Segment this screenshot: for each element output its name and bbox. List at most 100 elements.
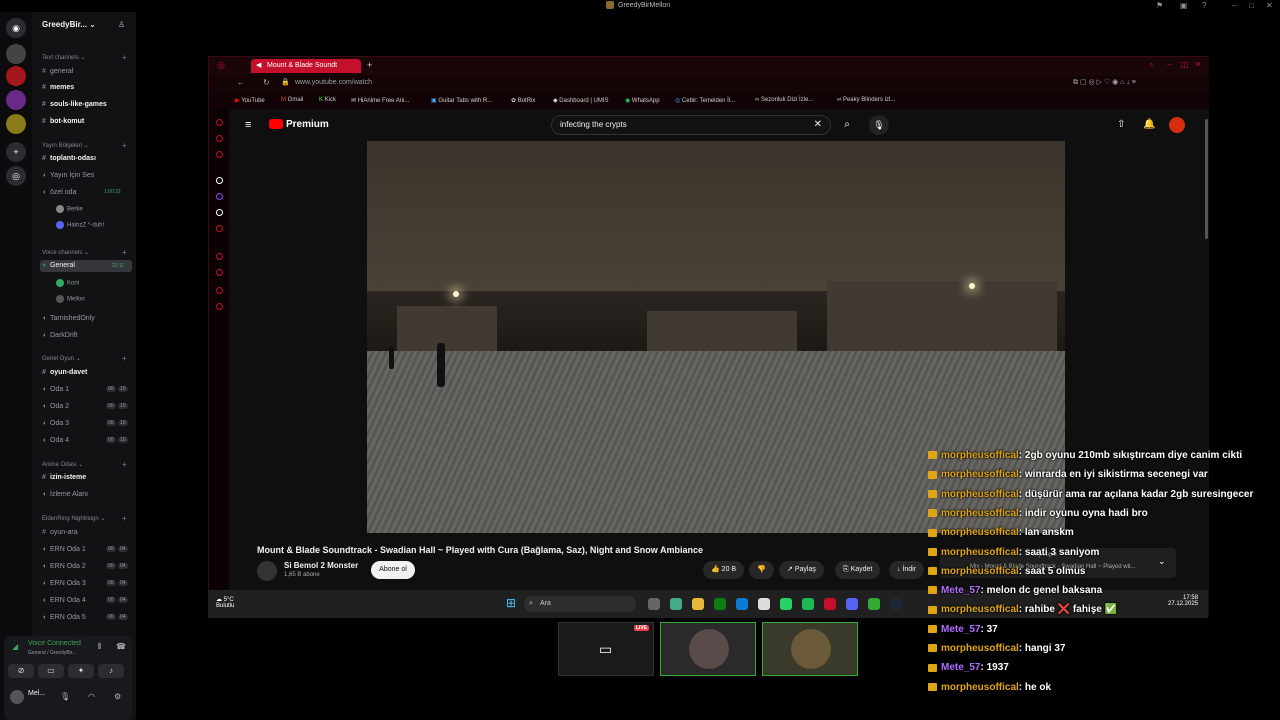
back-icon[interactable]: ← [237,78,245,87]
channel-yayin-icin-ses[interactable]: ◖ Yayın İçin Ses [42,172,94,179]
channel-ern-oda-5[interactable]: ◖ ERN Oda 5 00 04 [42,614,128,621]
current-user-name[interactable]: Mel... [28,690,45,697]
sidebar-icon[interactable] [216,151,223,158]
activities-button[interactable]: ✦ [68,664,94,678]
channel-oyun-davet[interactable]: # oyun-davet [42,369,87,376]
steam-icon[interactable] [890,598,902,610]
sidebar-icon[interactable] [216,269,223,276]
voice-channel-path[interactable]: General / GreedyBir... [28,650,76,656]
channel-oda-2[interactable]: ◖ Oda 2 00 10 [42,403,128,410]
maximize-button[interactable]: ◫ [1181,60,1189,69]
channel-ern-oda-4[interactable]: ◖ ERN Oda 4 00 04 [42,597,128,604]
voice-search-button[interactable]: 🎙 [869,115,889,135]
add-channel-icon[interactable]: + [122,53,127,62]
explore-icon[interactable]: ◎ [6,166,26,186]
bookmark-peaky[interactable]: ∞ Peaky Blinders izl... [837,97,895,103]
whatsapp-icon[interactable] [780,598,792,610]
close-button[interactable]: ✕ [1266,1,1273,10]
sidebar-icon[interactable] [216,225,223,232]
channel-tarnishedonly[interactable]: ◖ TarnishedOnly [42,315,95,322]
channel-voice-general[interactable]: ◖ General 22:11 [40,260,132,272]
voice-user[interactable]: KoriiLIVE [56,279,152,287]
tab-youtube[interactable]: ◀ Mount & Blade Soundt [251,59,361,73]
help-icon[interactable]: ? [1202,1,1206,10]
bookmark-guitar-tabs[interactable]: ▣ Guitar Tabs with R... [431,97,492,104]
spotify-icon[interactable] [802,598,814,610]
weather-widget[interactable]: ☁ 5°C Bulutlu [216,596,234,609]
channel-bot-komut[interactable]: # bot-komut [42,118,84,125]
lock-icon[interactable]: 🔒 [281,78,290,86]
download-button[interactable]: ↓ İndir [889,561,925,579]
channel-ern-oda-3[interactable]: ◖ ERN Oda 3 00 04 [42,580,128,587]
disconnect-icon[interactable]: ☎ [116,642,126,651]
search-tabs-icon[interactable]: ⌕ [1149,60,1153,70]
bookmark-umis[interactable]: ◆ Dashboard | UMIS [553,97,609,104]
subscribe-button[interactable]: Abone ol [371,561,415,579]
bookmark-sezonluk[interactable]: ∞ Sezonluk Dizi İzle... [755,97,813,103]
nvidia-icon[interactable] [868,598,880,610]
xbox-icon[interactable] [714,598,726,610]
camera-off-button[interactable]: ⊘ [8,664,34,678]
screen-share-button[interactable]: ▭ [38,664,64,678]
maximize-button[interactable]: □ [1249,1,1254,10]
pin-icon[interactable]: ⚑ [1156,1,1163,10]
inbox-icon[interactable]: ▣ [1180,1,1188,10]
invite-icon[interactable]: ♙ [118,20,125,29]
taskbar-search[interactable]: ⌕ Ara [524,596,636,612]
sidebar-icon[interactable] [216,253,223,260]
voice-connected-label[interactable]: Voice Connected [28,640,81,647]
channel-avatar[interactable] [257,561,277,581]
reload-icon[interactable]: ↻ [263,78,270,87]
add-channel-icon[interactable]: + [122,248,127,257]
scrollbar[interactable] [1205,119,1208,239]
sidebar-icon[interactable] [216,287,223,294]
discord-icon[interactable] [846,598,858,610]
stream-thumbnail[interactable]: LIVE ▭ [558,622,654,676]
add-server-icon[interactable]: + [6,142,26,162]
category-anime[interactable]: Anime Odası ⌄ + [42,460,127,469]
channel-oyun-ara[interactable]: # oyun-ara [42,529,78,536]
settings-gear-icon[interactable]: ⚙ [114,692,121,701]
server-icon[interactable] [6,90,26,110]
sidebar-icon[interactable] [216,135,223,142]
voice-user[interactable]: HainzZ ^-duh! [56,221,104,229]
headphones-icon[interactable]: ◠ [88,692,95,701]
sidebar-icon[interactable] [216,177,223,184]
channel-oda-4[interactable]: ◖ Oda 4 00 10 [42,437,128,444]
bookmark-cebir[interactable]: ◎ Cebir: Temelden İl... [675,97,735,104]
server-icon[interactable] [6,114,26,134]
edge-icon[interactable] [736,598,748,610]
new-tab-button[interactable]: + [367,60,372,70]
channel-oda-3[interactable]: ◖ Oda 3 00 10 [42,420,128,427]
guild-name[interactable]: GreedyBir... ⌄ [42,20,96,29]
server-icon[interactable] [6,44,26,64]
clear-search-icon[interactable]: ✕ [814,116,822,134]
minimize-button[interactable]: – [1232,1,1236,10]
soundboard-button[interactable]: ♪ [98,664,124,678]
sidebar-icon[interactable] [216,119,223,126]
bookmark-whatsapp[interactable]: ◉ WhatsApp [625,97,660,104]
close-button[interactable]: ✕ [1195,60,1202,69]
add-channel-icon[interactable]: + [122,141,127,150]
server-icon[interactable] [6,66,26,86]
save-button[interactable]: ⎘ Kaydet [835,561,881,579]
add-channel-icon[interactable]: + [122,514,127,523]
participant-tile[interactable] [762,622,858,676]
discord-home-icon[interactable]: ◉ [6,18,26,38]
like-button[interactable]: 👍 20 B [703,561,745,579]
voice-user[interactable]: Mellon [56,295,85,303]
opera-icon[interactable] [824,598,836,610]
browser-logo-icon[interactable]: ◎ [217,60,225,71]
channel-name[interactable]: Si Bemol 2 Monster [284,561,358,570]
dislike-button[interactable]: 👎 [749,561,774,579]
store-icon[interactable] [670,598,682,610]
task-view-icon[interactable] [648,598,660,610]
upload-icon[interactable]: ⇧ [1117,119,1125,130]
channel-oda-1[interactable]: ◖ Oda 1 00 10 [42,386,128,393]
menu-icon[interactable]: ≡ [245,119,251,131]
signal-icon[interactable]: ◢ [12,642,18,651]
channel-ozel-oda[interactable]: ◖ özel oda 1:00:32 [42,189,121,196]
chrome-icon[interactable] [758,598,770,610]
bookmark-youtube[interactable]: ▶ YouTube [235,97,265,104]
avatar[interactable] [10,690,24,704]
